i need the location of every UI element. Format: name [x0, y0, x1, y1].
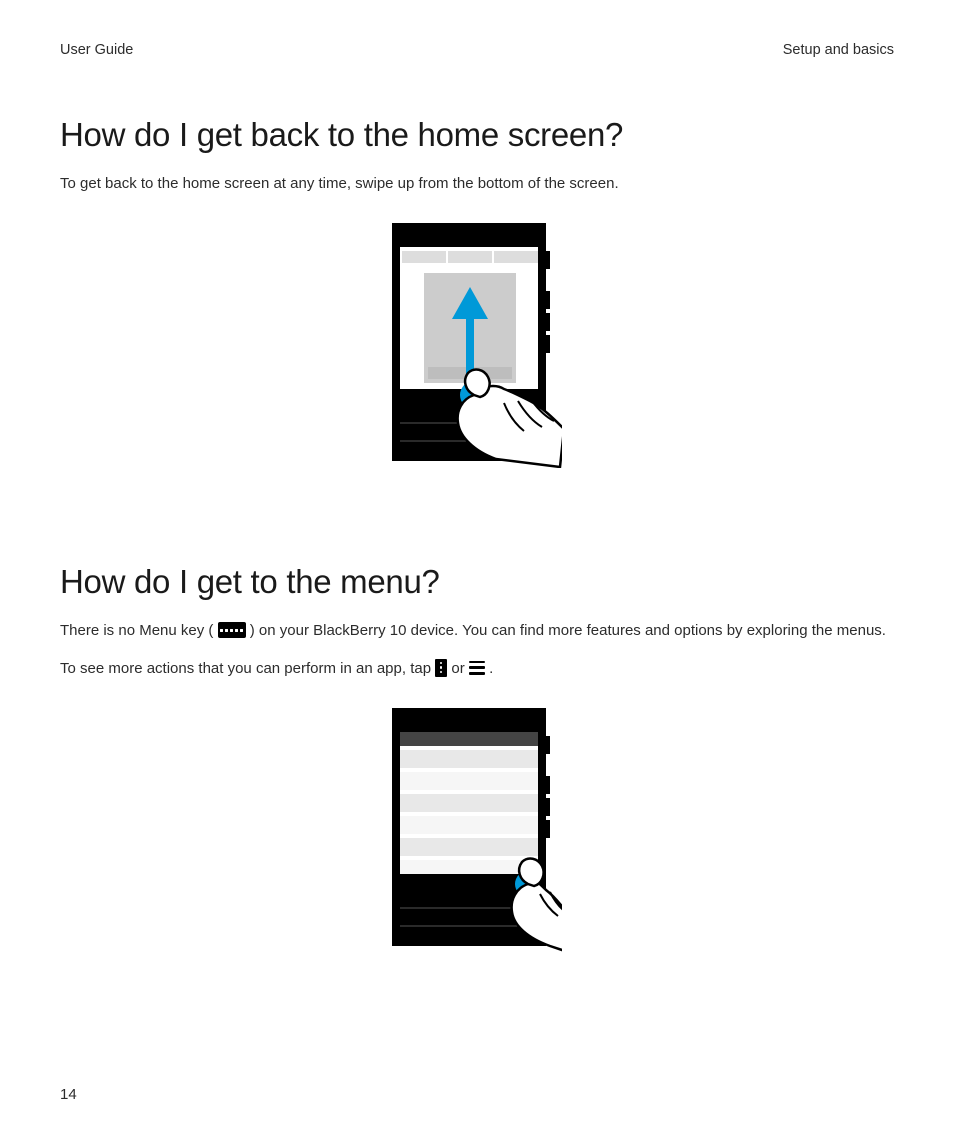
- body-text: There is no Menu key ( ) on your BlackBe…: [60, 619, 894, 642]
- header-right: Setup and basics: [783, 42, 894, 58]
- figure-swipe-up: [60, 223, 894, 473]
- menu-key-icon: [218, 622, 246, 638]
- more-vertical-icon: [435, 659, 447, 677]
- hamburger-icon: [469, 661, 485, 675]
- body-text: To get back to the home screen at any ti…: [60, 172, 894, 195]
- section-title-home: How do I get back to the home screen?: [60, 116, 894, 154]
- section-title-menu: How do I get to the menu?: [60, 563, 894, 601]
- page-number: 14: [60, 1086, 77, 1103]
- header-left: User Guide: [60, 42, 133, 58]
- body-text: To see more actions that you can perform…: [60, 657, 894, 680]
- figure-tap-menu: [60, 708, 894, 958]
